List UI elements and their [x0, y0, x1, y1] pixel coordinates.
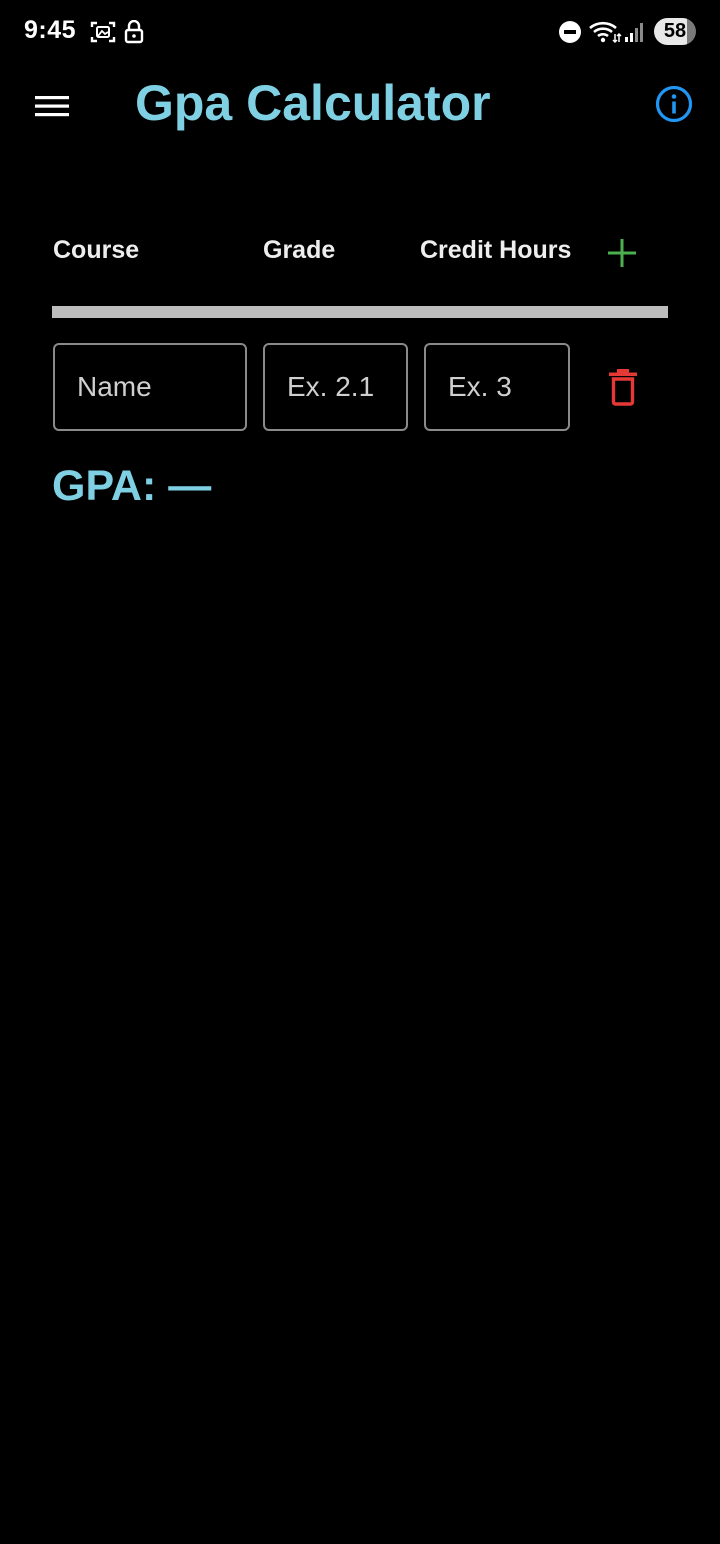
credit-hours-input[interactable] [424, 343, 570, 431]
gpa-result: GPA: — [52, 462, 212, 510]
battery-icon: 58 [654, 18, 696, 45]
course-name-input[interactable] [53, 343, 247, 431]
status-bar: 9:45 58 [0, 0, 720, 64]
menu-button[interactable] [30, 84, 74, 128]
wifi-icon [589, 21, 622, 44]
status-time: 9:45 [24, 16, 77, 44]
app-bar: Gpa Calculator [0, 64, 720, 148]
info-icon [655, 85, 693, 123]
lock-icon [124, 20, 144, 44]
page-title: Gpa Calculator [135, 75, 491, 131]
add-course-button[interactable] [602, 233, 642, 273]
hamburger-menu-icon [35, 96, 69, 117]
info-button[interactable] [652, 82, 696, 126]
column-header-course: Course [53, 236, 140, 264]
grade-input[interactable] [263, 343, 408, 431]
do-not-disturb-icon [559, 21, 581, 43]
trash-icon [609, 369, 637, 406]
delete-course-button[interactable] [602, 366, 644, 408]
screenshot-icon [90, 21, 116, 43]
signal-icon [625, 23, 643, 42]
column-header-credit-hours: Credit Hours [420, 236, 572, 264]
plus-icon [608, 239, 636, 267]
column-header-grade: Grade [263, 236, 336, 264]
header-divider [52, 306, 668, 318]
